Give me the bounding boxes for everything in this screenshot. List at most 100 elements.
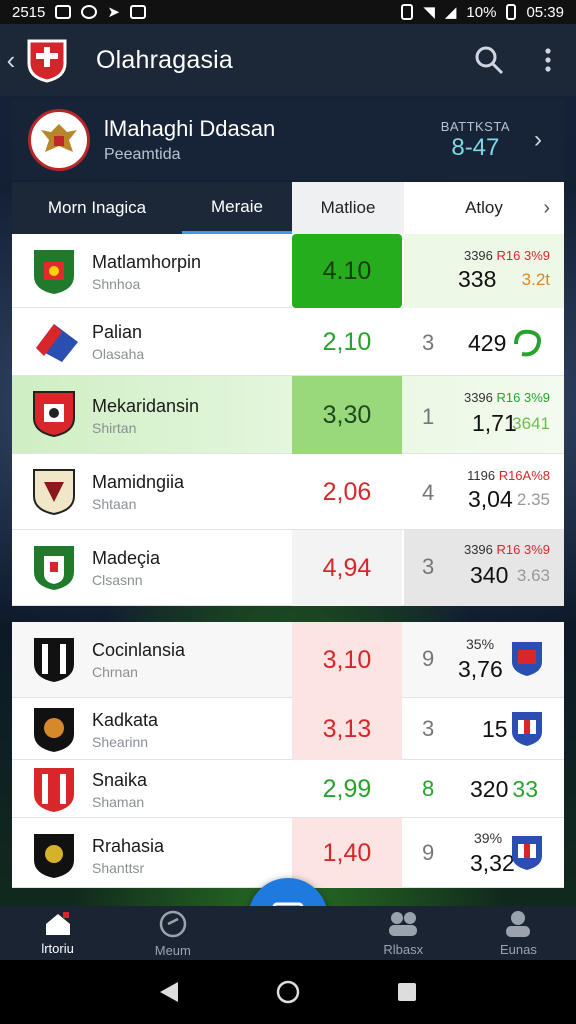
team-name: Kadkata [92,710,159,730]
odds-side: 3 [422,330,435,355]
team-badge-icon [33,469,75,516]
odds-extra: 2.35 [516,490,550,509]
odds-side: 9 [422,840,435,865]
team-badge-icon [34,638,74,682]
odds-cell[interactable]: 2,99 [292,760,402,818]
status-time-left: 2515 [12,3,46,21]
odds-extra: 33 [512,776,538,802]
nav-label: Eunas [499,941,537,957]
match-row[interactable]: Palian Olasaha 2,10 3 429 [12,308,564,376]
nav-profile[interactable]: Eunas [461,906,576,960]
nav-label: Meum [154,942,191,958]
chevron-right-icon[interactable]: › [534,126,542,154]
nav-group[interactable]: Rlbasx [346,906,461,960]
odds-cell[interactable]: 4.10 [292,234,402,308]
team-badge-icon [34,708,74,752]
match-row[interactable]: Matlamhorpin Shnhoa 4.10 3396 R16 3%9 33… [12,234,564,308]
team-sub: Shanttsr [92,860,145,876]
odds-main[interactable]: 3,32 [470,850,515,877]
team-name: Madeçia [92,548,161,568]
match-row[interactable]: Snaika Shaman 2,99 8 320 33 [12,760,564,818]
meta-b: R16 3%9 [496,542,550,557]
match-row[interactable]: Mekaridansin Shirtan 3,30 1 3396 R16 3%9… [12,376,564,454]
app-logo [27,39,67,83]
team-sub: Shirtan [92,420,137,436]
meta-a: 1196 [467,468,496,483]
odds-main[interactable]: 338 [458,266,496,293]
match-row[interactable]: Kadkata Shearinn 3,13 3 15 [12,698,564,760]
tab-4-label: Atloy [465,198,503,217]
odds-side: 3 [422,554,435,579]
team-badge-icon [33,391,75,438]
meta-a: 3396 [463,390,493,405]
team-sub: Shnhoa [92,276,141,292]
team-badge-icon [34,546,74,590]
nav-menu[interactable]: Meum [115,906,230,960]
odds-meta: 39% [474,830,503,846]
odds-cell[interactable]: 3,13 [292,698,402,760]
odds-cell[interactable]: 3,30 [292,376,402,454]
bottom-nav: lrtoriu Meum Rlbasx Eunas [0,906,576,960]
tab-4[interactable]: Atloy › [404,182,564,234]
wifi-icon: ◥ [423,4,435,21]
ball-icon [159,910,187,937]
group-icon [389,911,418,936]
odds-side: 3 [422,716,435,741]
tab-2[interactable]: Meraie [182,182,292,234]
league-right-value: 8-47 [451,133,500,161]
league-subtitle: Peeamtida [104,146,181,163]
odds-main[interactable]: 1,71 [472,410,517,437]
home-circle-icon[interactable] [275,979,301,1005]
team-badge-icon [512,836,542,870]
nav-home[interactable]: lrtoriu [0,906,115,960]
odds-main[interactable]: 320 [470,776,508,803]
match-row[interactable]: Mamidngiia Shtaan 2,06 4 1196 R16A%8 3,0… [12,454,564,530]
recents-square-icon[interactable] [396,981,418,1003]
odds-cell[interactable]: 2,06 [292,454,402,530]
odds-main[interactable]: 15 [482,716,508,743]
odds-cell[interactable]: 4,94 [292,530,402,606]
tab-1[interactable]: Morn Inagica [12,182,182,234]
battery-text: 10% [466,3,497,21]
odds-extra: 3.63 [516,566,550,585]
team-badge-icon [512,642,542,676]
eagle-emblem-icon [41,124,77,152]
odds-meta: 3396 R16 3%9 [464,542,550,557]
odds-cell[interactable]: 2,10 [292,308,402,376]
status-time-right: 05:39 [526,3,564,21]
meta-a: 3396 [463,542,493,557]
team-badge-icon [512,712,542,746]
odds-side: 1 [422,404,435,429]
more-vert-icon[interactable] [544,47,552,73]
team-name: Palian [92,322,143,342]
chevron-right-icon[interactable]: › [543,197,550,220]
team-badge-icon [34,250,74,294]
odds-main[interactable]: 429 [468,330,506,357]
match-row[interactable]: Madeçia Clsasnn 4,94 3 3396 R16 3%9 340 … [12,530,564,606]
odds-meta: 1196 R16A%8 [467,468,550,483]
meta-b: R16 3%9 [496,390,550,405]
home-icon [45,911,70,935]
back-arrow-icon[interactable]: ‹ [0,45,22,76]
status-bar: 2515 ➤ ◥ ◢ 10% 05:39 [0,0,576,24]
search-icon[interactable] [474,45,504,75]
team-badge-icon [36,324,78,362]
team-sub: Shtaan [92,496,137,512]
tab-3[interactable]: Matlioe [292,182,404,234]
odds-main[interactable]: 3,04 [468,486,513,513]
meta-b: R16 3%9 [496,248,550,263]
chat-icon [81,5,98,19]
team-sub: Olasaha [92,346,145,362]
team-sub: Shaman [92,794,145,810]
odds-main[interactable]: 340 [470,562,508,589]
meta-b: R16A%8 [498,468,550,483]
team-sub: Shearinn [92,734,149,750]
odds-extra: 3.2t [521,270,550,289]
odds-side: 9 [422,646,435,671]
odds-cell[interactable]: 3,10 [292,622,402,698]
odds-cell[interactable]: 1,40 [292,818,402,888]
odds-main[interactable]: 3,76 [458,656,503,683]
back-triangle-icon[interactable] [158,980,180,1004]
league-header[interactable]: lMahaghi Ddasan Peeamtida BATTKSTA 8-47 … [12,100,564,180]
match-row[interactable]: Cocinlansia Chrnan 3,10 9 35% 3,76 [12,622,564,698]
